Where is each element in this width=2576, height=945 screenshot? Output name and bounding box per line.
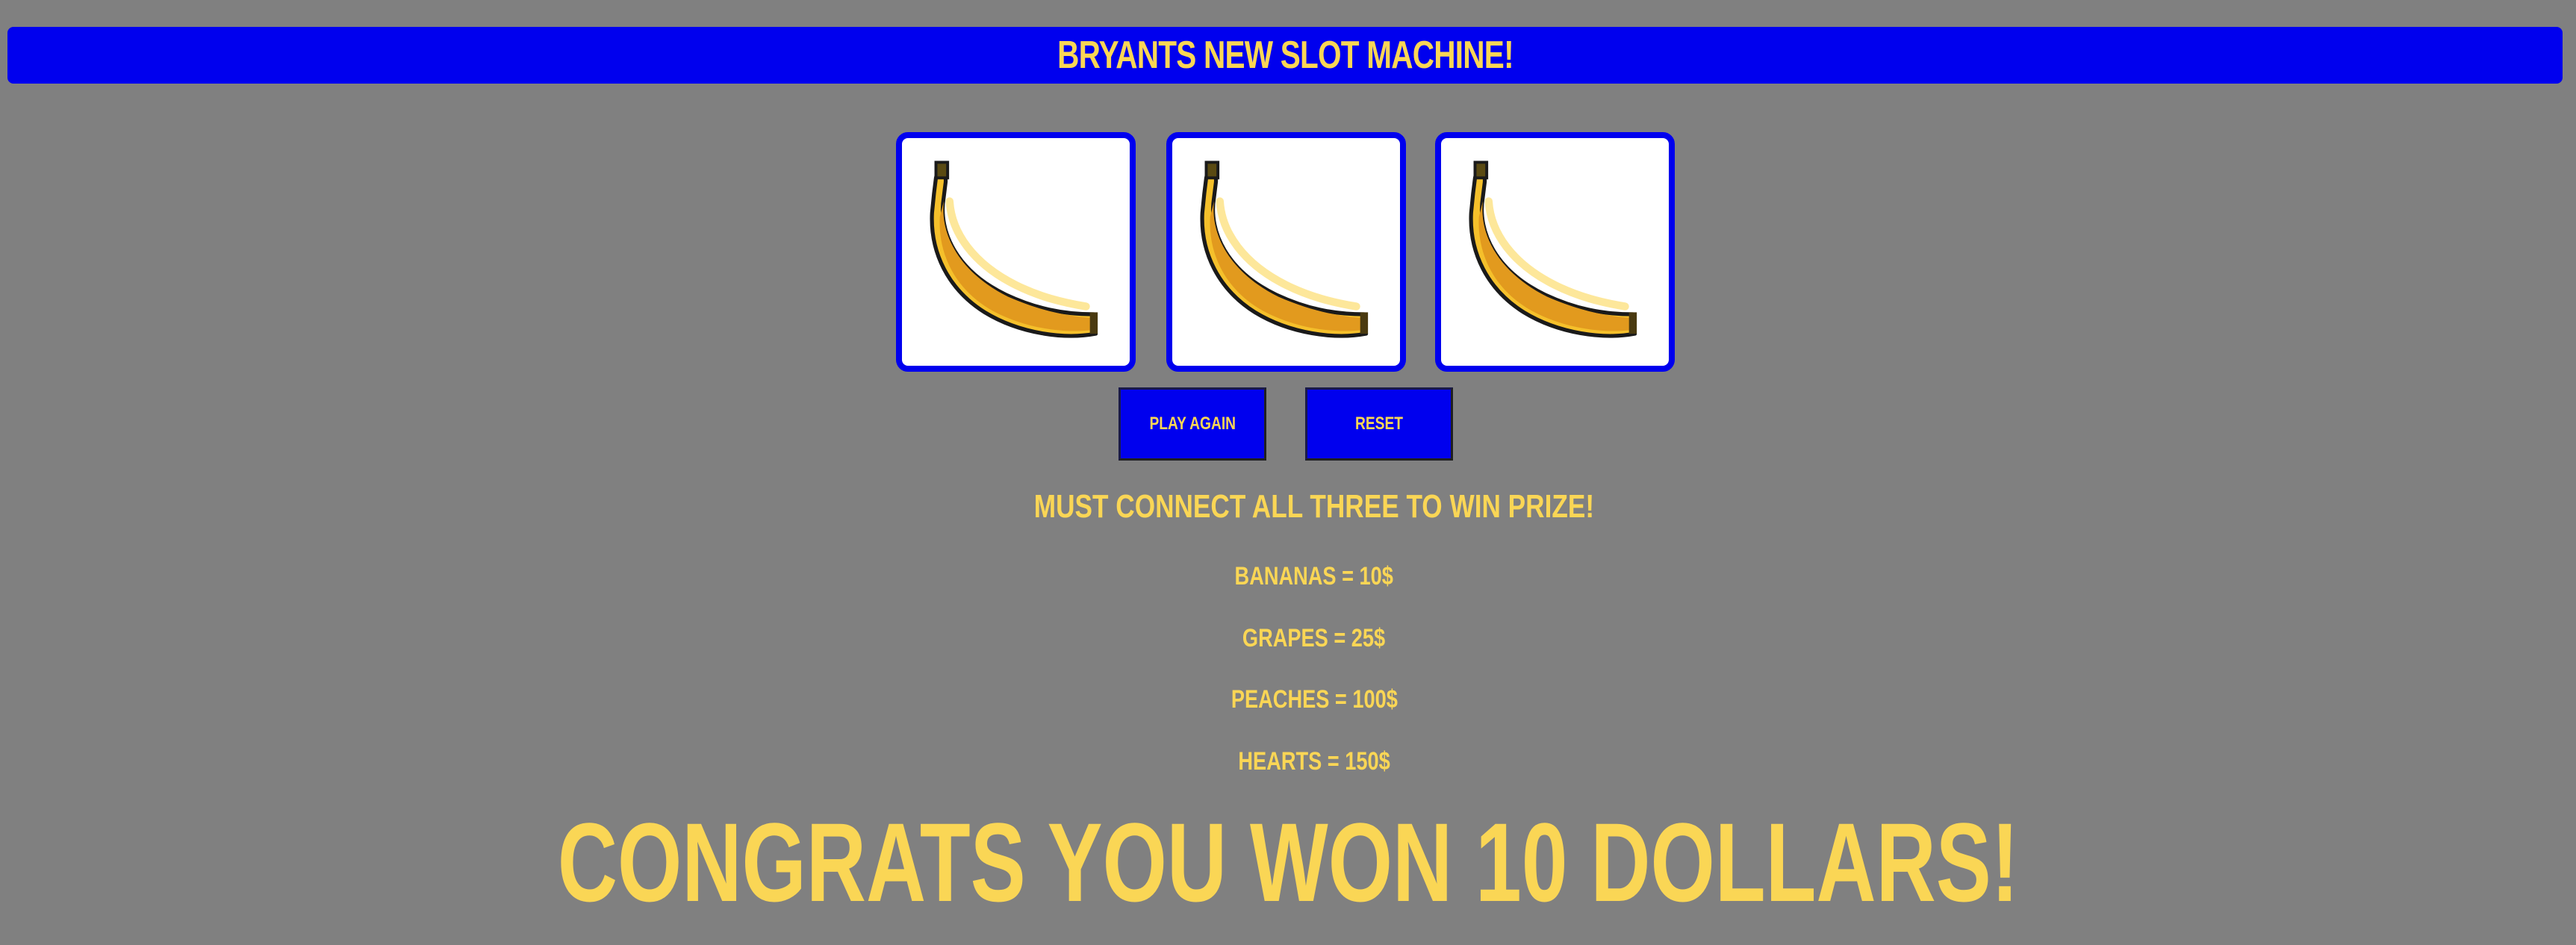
slot-reels [896,132,1676,372]
reel-2 [1166,132,1406,372]
page-title: BRYANTS NEW SLOT MACHINE! [1057,34,1513,77]
prize-hearts: HEARTS = 150$ [1238,747,1390,776]
play-again-label: PLAY AGAIN [1149,414,1236,434]
prize-peaches: PEACHES = 100$ [1231,685,1398,714]
win-message: CONGRATS YOU WON 10 DOLLARS! [557,799,2019,925]
prize-bananas: BANANAS = 10$ [1234,562,1394,590]
banana-icon [1469,160,1637,338]
reset-button[interactable]: RESET [1305,387,1453,461]
banana-icon [1200,160,1369,338]
play-again-button[interactable]: PLAY AGAIN [1119,387,1266,461]
prize-grapes: GRAPES = 25$ [1242,624,1386,652]
reel-3 [1435,132,1675,372]
reset-label: RESET [1354,414,1403,434]
reel-1 [896,132,1136,372]
rules-headline: MUST CONNECT ALL THREE TO WIN PRIZE! [1033,488,1595,525]
title-banner: BRYANTS NEW SLOT MACHINE! [7,27,2563,84]
banana-icon [930,160,1098,338]
